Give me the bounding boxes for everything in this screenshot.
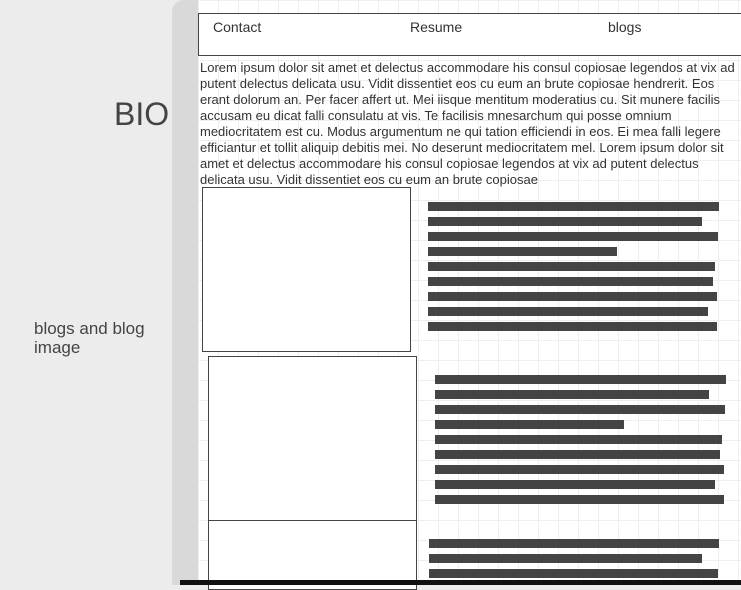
text-line-placeholder — [429, 569, 718, 578]
divider-strip — [172, 0, 198, 585]
blog-image-placeholder — [202, 187, 411, 352]
blogs-section-label: blogs and blog image — [34, 319, 145, 357]
text-line-placeholder — [435, 420, 624, 429]
left-panel — [0, 0, 172, 585]
text-line-placeholder — [428, 292, 717, 301]
text-line-placeholder — [435, 480, 715, 489]
text-line-placeholder — [428, 247, 617, 256]
text-line-placeholder — [428, 307, 708, 316]
text-line-placeholder — [435, 375, 726, 384]
bio-paragraph: Lorem ipsum dolor sit amet et delectus a… — [200, 60, 735, 187]
bottom-edge-bar — [180, 580, 741, 585]
text-line-placeholder — [428, 202, 719, 211]
text-line-placeholder — [429, 554, 702, 563]
text-line-placeholder — [435, 465, 724, 474]
text-line-placeholder — [428, 277, 713, 286]
text-line-placeholder — [428, 232, 718, 241]
text-line-placeholder — [429, 539, 719, 548]
nav-link-contact[interactable]: Contact — [213, 19, 261, 35]
text-line-placeholder — [428, 262, 715, 271]
nav-link-resume[interactable]: Resume — [410, 19, 462, 35]
text-line-placeholder — [435, 495, 724, 504]
blog-image-placeholder — [208, 356, 417, 521]
text-line-placeholder — [428, 217, 702, 226]
bio-section-label: BIO — [114, 96, 170, 132]
text-line-placeholder — [428, 322, 717, 331]
nav-link-blogs[interactable]: blogs — [608, 19, 641, 35]
text-line-placeholder — [435, 405, 725, 414]
text-line-placeholder — [435, 390, 709, 399]
text-line-placeholder — [435, 450, 720, 459]
text-line-placeholder — [435, 435, 722, 444]
top-navigation: Contact Resume blogs — [198, 13, 741, 56]
